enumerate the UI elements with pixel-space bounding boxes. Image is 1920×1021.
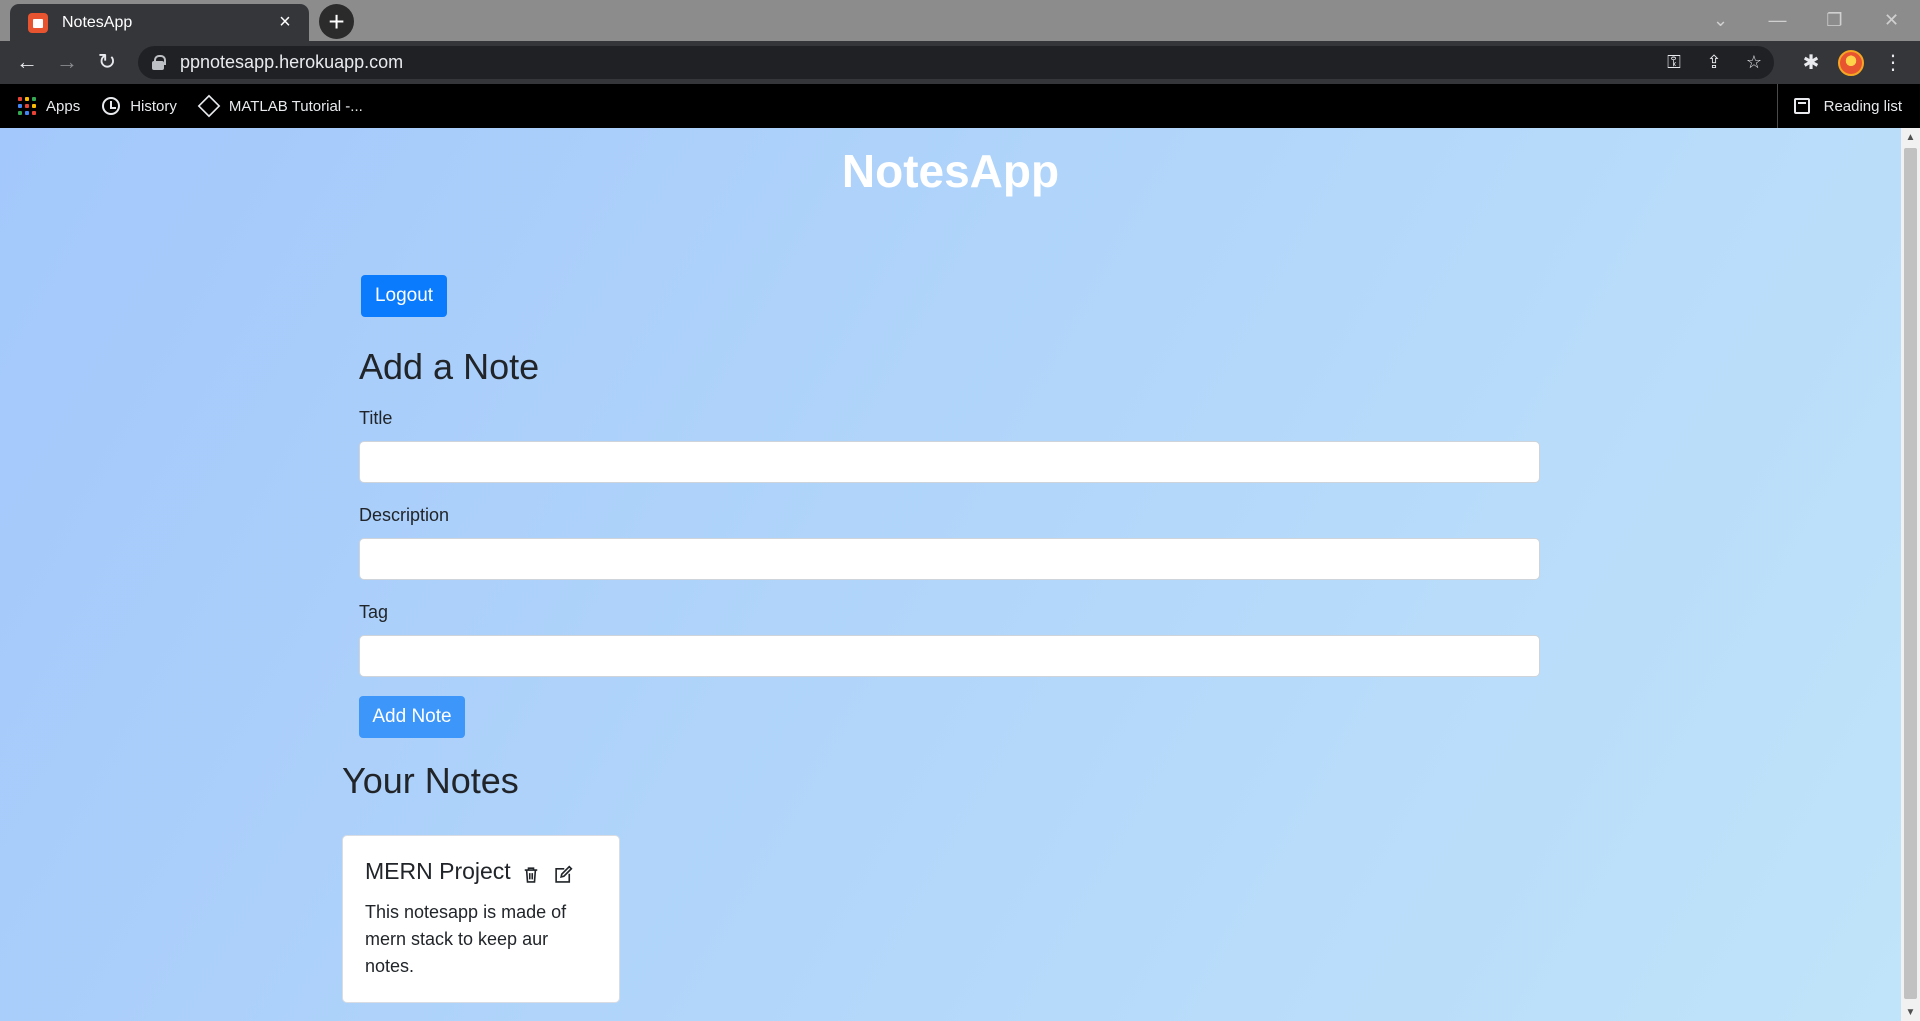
- menu-dots-icon[interactable]: ⋮: [1876, 46, 1910, 79]
- tab-strip: NotesApp × + ⌄ — ❐ ✕: [0, 0, 1920, 41]
- your-notes-heading: Your Notes: [342, 760, 519, 801]
- note-card-header: MERN Project: [365, 858, 597, 885]
- scroll-up-arrow-icon[interactable]: ▲: [1901, 128, 1920, 146]
- note-description: This notesapp is made of mern stack to k…: [365, 902, 567, 976]
- title-label: Title: [359, 408, 393, 428]
- address-bar[interactable]: ppnotesapp.herokuapp.com ⚿ ⇪ ☆: [138, 46, 1774, 79]
- history-icon: [102, 97, 121, 115]
- close-icon[interactable]: ×: [275, 11, 295, 33]
- back-arrow-icon[interactable]: ←: [11, 46, 43, 78]
- window-close-icon[interactable]: ✕: [1863, 0, 1920, 41]
- browser-tab[interactable]: NotesApp ×: [10, 4, 309, 41]
- description-label: Description: [359, 505, 450, 525]
- reading-list-label: Reading list: [1823, 97, 1902, 115]
- tab-title: NotesApp: [62, 13, 133, 31]
- note-title: MERN Project: [365, 858, 511, 884]
- browser-toolbar: ← → ↻ ppnotesapp.herokuapp.com ⚿ ⇪ ☆ ✱ ⋮: [0, 41, 1920, 84]
- description-input[interactable]: [359, 538, 1540, 580]
- share-icon[interactable]: ⇪: [1694, 46, 1734, 79]
- note-card: MERN Project This notesapp is made of me…: [342, 835, 620, 1003]
- trash-icon[interactable]: [521, 865, 541, 885]
- tag-input[interactable]: [359, 635, 1540, 677]
- page-viewport: NotesApp Logout Add a Note Title Descrip…: [0, 128, 1901, 1021]
- minimize-icon[interactable]: —: [1749, 0, 1806, 41]
- bookmark-history[interactable]: History: [102, 97, 177, 115]
- title-input[interactable]: [359, 441, 1540, 483]
- bookmarks-bar: Apps History MATLAB Tutorial -... Readin…: [0, 84, 1920, 128]
- vertical-scrollbar[interactable]: ▲ ▼: [1901, 128, 1920, 1021]
- lock-icon[interactable]: [152, 55, 166, 70]
- tab-search-chevron-icon[interactable]: ⌄: [1692, 0, 1749, 41]
- reading-list-button[interactable]: Reading list: [1776, 84, 1902, 128]
- bookmark-apps[interactable]: Apps: [18, 97, 80, 115]
- bookmark-label: Apps: [46, 97, 81, 115]
- window-controls: ⌄ — ❐ ✕: [1692, 0, 1920, 41]
- apps-grid-icon: [18, 97, 36, 115]
- key-icon[interactable]: ⚿: [1654, 46, 1694, 79]
- bookmark-label: History: [130, 97, 177, 115]
- reload-icon[interactable]: ↻: [91, 46, 123, 78]
- edit-icon[interactable]: [553, 864, 573, 885]
- bookmark-label: MATLAB Tutorial -...: [228, 97, 363, 115]
- star-icon[interactable]: ☆: [1734, 46, 1774, 79]
- scrollbar-thumb[interactable]: [1904, 148, 1917, 999]
- extensions-puzzle-icon[interactable]: ✱: [1794, 46, 1828, 79]
- profile-avatar[interactable]: [1838, 50, 1864, 76]
- logout-button[interactable]: Logout: [361, 275, 447, 317]
- reading-list-icon: [1793, 98, 1810, 114]
- forward-arrow-icon[interactable]: →: [51, 46, 83, 78]
- url-text[interactable]: ppnotesapp.herokuapp.com: [180, 52, 1654, 73]
- tag-label: Tag: [359, 602, 389, 622]
- add-note-button[interactable]: Add Note: [359, 696, 465, 738]
- add-note-heading: Add a Note: [359, 346, 540, 387]
- matlab-icon: [197, 94, 221, 118]
- restore-icon[interactable]: ❐: [1806, 0, 1863, 41]
- new-tab-button[interactable]: +: [319, 4, 354, 39]
- page-title: NotesApp: [841, 145, 1060, 197]
- bookmark-matlab[interactable]: MATLAB Tutorial -...: [197, 94, 363, 118]
- notes-favicon-icon: [28, 12, 48, 33]
- scroll-down-arrow-icon[interactable]: ▼: [1901, 1003, 1920, 1021]
